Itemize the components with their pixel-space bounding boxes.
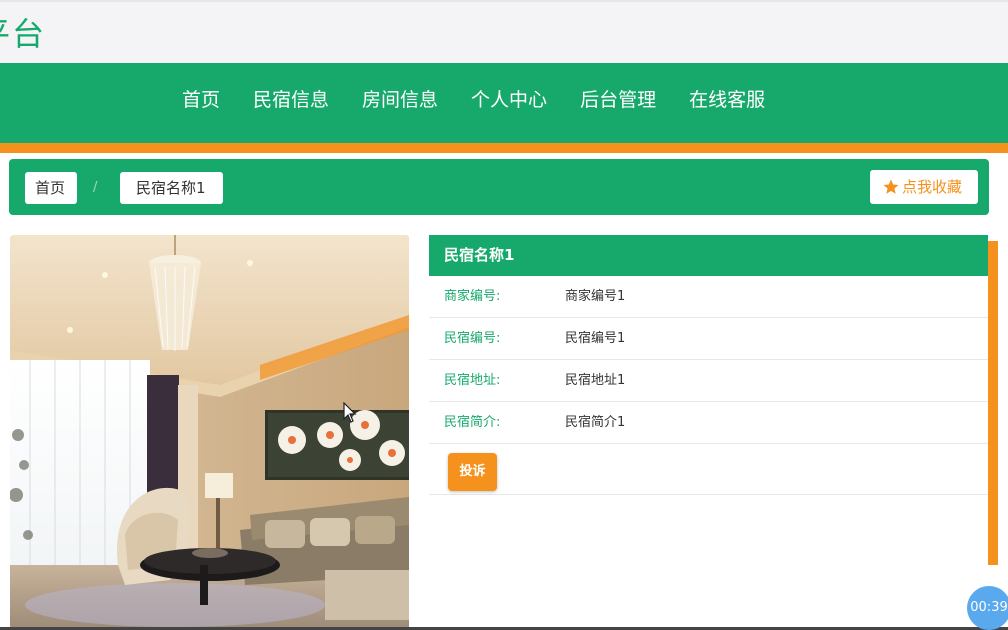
- nav-item-admin[interactable]: 后台管理: [580, 63, 656, 137]
- recording-timer: 00:39: [967, 586, 1008, 630]
- accent-divider: [0, 143, 1008, 153]
- row-label: 商家编号:: [444, 289, 501, 304]
- row-value: 民宿简介1: [565, 415, 626, 430]
- breadcrumb-separator: /: [93, 180, 98, 195]
- top-header: 平台: [0, 0, 1008, 63]
- detail-actions: 投诉: [429, 444, 988, 495]
- nav-item-homestay-info[interactable]: 民宿信息: [253, 63, 329, 137]
- panel-accent: [988, 241, 998, 565]
- nav-item-online-service[interactable]: 在线客服: [689, 63, 765, 137]
- site-title: 平台: [0, 15, 47, 53]
- detail-row-homestay-id: 民宿编号: 民宿编号1: [429, 318, 988, 360]
- row-value: 民宿编号1: [565, 331, 626, 346]
- row-value: 民宿地址1: [565, 373, 626, 388]
- main-navigation: 首页 民宿信息 房间信息 个人中心 后台管理 在线客服: [0, 63, 1008, 143]
- row-label: 民宿编号:: [444, 331, 501, 346]
- homestay-detail-panel: 民宿名称1 商家编号: 商家编号1 民宿编号: 民宿编号1 民宿地址: 民宿地址…: [429, 235, 998, 630]
- breadcrumb-current: 民宿名称1: [120, 172, 223, 204]
- homestay-title: 民宿名称1: [429, 235, 988, 276]
- homestay-photo: [10, 235, 409, 630]
- nav-item-personal-center[interactable]: 个人中心: [471, 63, 547, 137]
- row-label: 民宿简介:: [444, 415, 501, 430]
- breadcrumb: 首页 / 民宿名称1 点我收藏: [9, 159, 989, 215]
- complain-button[interactable]: 投诉: [448, 453, 497, 491]
- detail-row-homestay-intro: 民宿简介: 民宿简介1: [429, 402, 988, 444]
- favorite-label: 点我收藏: [902, 178, 963, 196]
- mouse-cursor-icon: [343, 402, 357, 423]
- detail-row-homestay-address: 民宿地址: 民宿地址1: [429, 360, 988, 402]
- row-value: 商家编号1: [565, 289, 626, 304]
- nav-item-home[interactable]: 首页: [182, 63, 220, 137]
- favorite-button[interactable]: 点我收藏: [870, 170, 978, 204]
- detail-row-merchant-id: 商家编号: 商家编号1: [429, 276, 988, 318]
- star-icon: [883, 179, 899, 194]
- breadcrumb-home[interactable]: 首页: [25, 172, 77, 204]
- row-label: 民宿地址:: [444, 373, 501, 388]
- nav-item-room-info[interactable]: 房间信息: [362, 63, 438, 137]
